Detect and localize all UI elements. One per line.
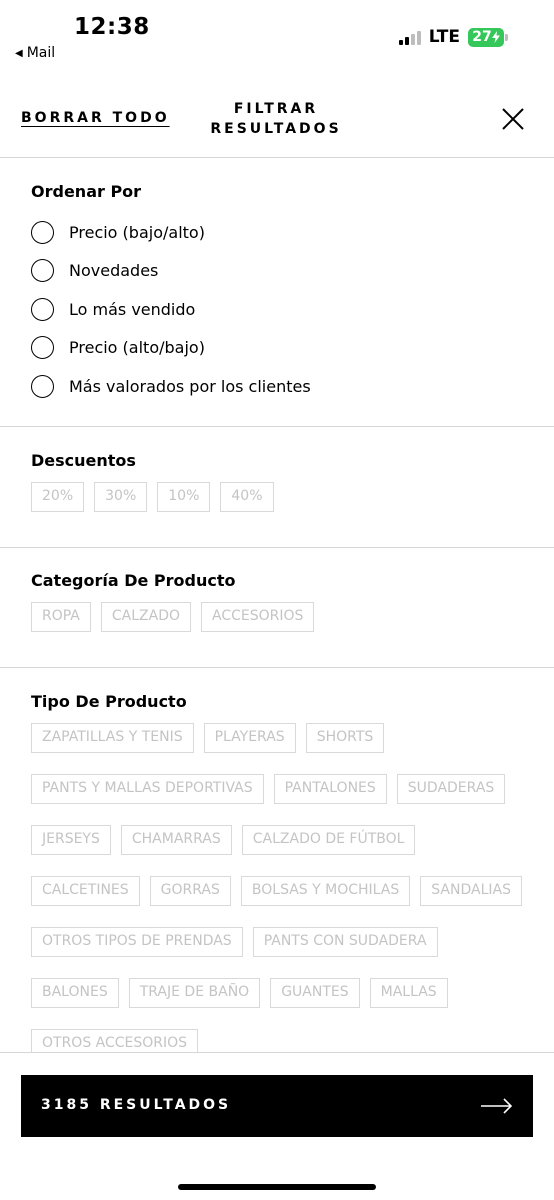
radio-circle-icon[interactable] bbox=[31, 297, 54, 321]
product-type-chip[interactable]: PLAYERAS bbox=[203, 723, 296, 753]
status-indicators: LTE 27 bbox=[398, 27, 508, 47]
show-results-button[interactable]: 3185 RESULTADOS bbox=[21, 1075, 533, 1137]
category-chip[interactable]: CALZADO bbox=[100, 602, 191, 632]
discount-title: Descuentos bbox=[31, 451, 136, 470]
close-icon bbox=[502, 108, 524, 130]
charging-bolt-icon bbox=[491, 31, 500, 43]
product-type-section: Tipo De Producto ZAPATILLAS Y TENIS PLAYE… bbox=[0, 668, 554, 1052]
radio-circle-icon[interactable] bbox=[31, 220, 54, 244]
product-type-chip[interactable]: OTROS TIPOS DE PRENDAS bbox=[31, 927, 243, 957]
sort-section: Ordenar Por Precio (bajo/alto) Novedades L… bbox=[0, 159, 554, 427]
radio-circle-icon[interactable] bbox=[31, 259, 54, 283]
signal-strength-icon bbox=[398, 29, 421, 45]
product-type-chip[interactable]: SHORTS bbox=[305, 723, 385, 753]
discount-chip[interactable]: 30% bbox=[94, 482, 148, 512]
product-type-chip[interactable]: SUDADERAS bbox=[396, 774, 506, 804]
product-type-chip[interactable]: OTROS ACCESORIOS bbox=[31, 1029, 199, 1052]
sort-option-label: Precio (alto/bajo) bbox=[69, 338, 205, 358]
product-type-chip[interactable]: ZAPATILLAS Y TENIS bbox=[31, 723, 194, 753]
arrow-right-icon bbox=[481, 1098, 513, 1114]
discount-chip[interactable]: 10% bbox=[157, 482, 211, 512]
product-type-chip[interactable]: GORRAS bbox=[149, 876, 231, 906]
sort-option-label: Precio (bajo/alto) bbox=[69, 222, 205, 242]
product-type-chip[interactable]: TRAJE DE BAÑO bbox=[128, 978, 261, 1008]
product-type-chip[interactable]: MALLAS bbox=[369, 978, 448, 1008]
page-title-line2: RESULTADOS bbox=[210, 121, 342, 137]
sort-option[interactable]: Más valorados por los clientes bbox=[31, 367, 523, 406]
product-type-chip[interactable]: CALCETINES bbox=[31, 876, 140, 906]
product-type-title: Tipo De Producto bbox=[31, 692, 187, 711]
product-type-chip[interactable]: PANTS CON SUDADERA bbox=[252, 927, 438, 957]
battery-level: 27 bbox=[472, 29, 492, 45]
category-title: Categoría De Producto bbox=[31, 571, 236, 590]
sort-option-label: Más valorados por los clientes bbox=[69, 376, 311, 396]
radio-circle-icon[interactable] bbox=[31, 374, 54, 398]
back-label: Mail bbox=[26, 45, 56, 61]
product-type-chip[interactable]: PANTALONES bbox=[273, 774, 387, 804]
category-section: Categoría De Producto ROPA CALZADO ACCESOR… bbox=[0, 548, 554, 668]
sort-option-label: Novedades bbox=[69, 261, 159, 281]
category-chip[interactable]: ROPA bbox=[31, 602, 91, 632]
battery-icon: 27 bbox=[468, 27, 508, 47]
sort-option[interactable]: Novedades bbox=[31, 252, 523, 291]
product-type-chip[interactable]: BALONES bbox=[31, 978, 119, 1008]
discount-chip[interactable]: 20% bbox=[31, 482, 85, 512]
product-type-chip[interactable]: PANTS Y MALLAS DEPORTIVAS bbox=[31, 774, 264, 804]
footer: 3185 RESULTADOS bbox=[0, 1052, 554, 1200]
status-bar: 12:38 ◀ Mail LTE 27 bbox=[0, 0, 554, 70]
product-type-chip[interactable]: CHAMARRAS bbox=[120, 825, 232, 855]
sort-option[interactable]: Lo más vendido bbox=[31, 290, 523, 329]
category-chip[interactable]: ACCESORIOS bbox=[201, 602, 315, 632]
radio-circle-icon[interactable] bbox=[31, 336, 54, 360]
results-count: 3185 RESULTADOS bbox=[41, 1097, 232, 1113]
product-type-chip[interactable]: SANDALIAS bbox=[420, 876, 522, 906]
filter-list[interactable]: Ordenar Por Precio (bajo/alto) Novedades L… bbox=[0, 159, 554, 1052]
sort-title: Ordenar Por bbox=[31, 182, 142, 201]
sort-option[interactable]: Precio (alto/bajo) bbox=[31, 329, 523, 368]
clear-all-button[interactable]: BORRAR TODO bbox=[21, 110, 170, 126]
back-triangle-icon: ◀ bbox=[15, 47, 23, 59]
discount-section: Descuentos 20% 30% 10% 40% bbox=[0, 427, 554, 548]
product-type-chip[interactable]: BOLSAS Y MOCHILAS bbox=[240, 876, 411, 906]
network-type: LTE bbox=[428, 27, 460, 47]
status-time: 12:38 bbox=[74, 14, 150, 40]
page-title-line1: FILTRAR bbox=[233, 101, 319, 117]
product-type-chip[interactable]: JERSEYS bbox=[31, 825, 111, 855]
filter-header: BORRAR TODO FILTRAR RESULTADOS bbox=[0, 86, 554, 158]
product-type-chip[interactable]: GUANTES bbox=[270, 978, 360, 1008]
discount-chip[interactable]: 40% bbox=[220, 482, 274, 512]
home-indicator bbox=[178, 1184, 376, 1190]
back-to-mail-link[interactable]: ◀ Mail bbox=[15, 45, 55, 61]
close-button[interactable] bbox=[500, 106, 526, 132]
sort-option-label: Lo más vendido bbox=[69, 299, 196, 319]
sort-option[interactable]: Precio (bajo/alto) bbox=[31, 213, 523, 252]
page-title: FILTRAR RESULTADOS bbox=[196, 99, 356, 139]
product-type-chip[interactable]: CALZADO DE FÚTBOL bbox=[241, 825, 416, 855]
